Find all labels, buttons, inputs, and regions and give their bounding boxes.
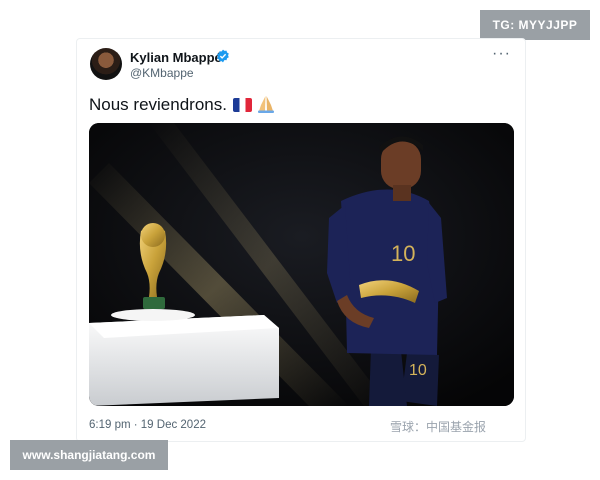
tweet-text-row: Nous reviendrons. bbox=[89, 95, 276, 115]
tweet-timestamp[interactable]: 6:19 pm · 19 Dec 2022 bbox=[89, 419, 206, 431]
photo-scene: 10 10 bbox=[89, 123, 514, 406]
avatar[interactable] bbox=[90, 48, 122, 80]
author-handle[interactable]: @KMbappe bbox=[130, 66, 194, 80]
author-name[interactable]: Kylian Mbappé bbox=[130, 50, 222, 65]
verified-badge-icon bbox=[217, 49, 229, 63]
trophy-base-plate bbox=[111, 309, 195, 321]
more-options-icon[interactable]: ··· bbox=[492, 45, 511, 63]
tweet-photo[interactable]: 10 10 bbox=[89, 123, 514, 406]
flag-france-icon bbox=[232, 98, 252, 112]
tweet-card[interactable]: Kylian Mbappé @KMbappe ··· Nous reviendr… bbox=[76, 38, 526, 442]
source-watermark: 雪球：中国基金报 bbox=[390, 420, 487, 434]
shirt-number: 10 bbox=[391, 241, 415, 266]
folded-hands-icon bbox=[257, 96, 274, 113]
tg-watermark: TG: MYYJJPP bbox=[480, 10, 590, 40]
site-watermark: www.shangjiatang.com bbox=[10, 440, 168, 470]
tweet-text: Nous reviendrons. bbox=[89, 95, 227, 114]
shorts-number: 10 bbox=[409, 362, 427, 379]
